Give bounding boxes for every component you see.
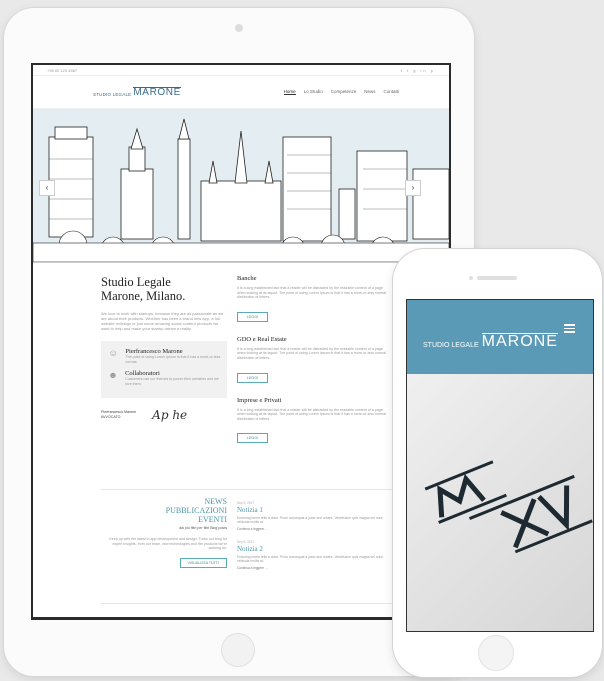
read-more-link[interactable]: Continua a leggere →: [237, 566, 387, 570]
phone-logo[interactable]: STUDIO LEGALE MARONE: [423, 333, 558, 350]
collaborators-text: Customers use our themes to power their …: [125, 377, 219, 386]
intro-paragraph: We love to work with startups, because t…: [101, 311, 224, 331]
group-icon: ☻: [108, 370, 118, 380]
news-item-title[interactable]: Notizia 1: [237, 506, 387, 514]
news-item: Sep 9, 2017 Notizia 1 Endoring lorem fel…: [237, 501, 387, 531]
section-divider: [101, 489, 397, 490]
news-item-text: Endoring lorem felis a dolor. Proin cons…: [237, 554, 384, 564]
news-title-line2: PUBBLICAZIONI: [165, 506, 227, 515]
phone-speaker: [477, 276, 517, 280]
phone-device: STUDIO LEGALE MARONE: [393, 249, 602, 677]
intro-title-line2: Marone, Milano.: [101, 289, 186, 303]
top-bar: +39 02 123 4567 f t g in p: [33, 65, 449, 76]
logo-big-text: MARONE: [133, 86, 181, 98]
phone-header: STUDIO LEGALE MARONE: [407, 300, 593, 374]
footer-divider: [101, 603, 397, 604]
service-item: Imprese e Privati It is a long establish…: [237, 397, 391, 445]
phone-logo-small: STUDIO LEGALE: [423, 342, 479, 349]
main-navigation: STUDIO LEGALE MARONE Home Lo Studio Comp…: [33, 76, 449, 109]
roman-numeral-emblem: [424, 460, 593, 554]
top-bar-phone: +39 02 123 4567: [47, 67, 78, 73]
news-title-line3: EVENTI: [198, 515, 227, 524]
nav-item-contatti[interactable]: Contatti: [383, 89, 399, 95]
services-section: Banche It is a long established fact tha…: [237, 275, 391, 457]
news-title-line1: NEWS: [204, 497, 227, 506]
news-list: Sep 9, 2017 Notizia 1 Endoring lorem fel…: [237, 501, 387, 579]
signature-role: AVVOCATO: [101, 415, 121, 419]
slider-next-arrow[interactable]: ›: [405, 180, 421, 196]
people-box: ☺ Pierfrancesco Marone The point of usin…: [101, 341, 227, 398]
signature-row: Pierfrancesco Marone AVVOCATO Ap he: [101, 408, 227, 422]
nav-menu: Home Lo Studio Competenze News Contatti: [283, 89, 399, 95]
handwritten-signature: Ap he: [152, 408, 188, 422]
nav-item-news[interactable]: News: [364, 89, 375, 95]
service-text: It is a long established fact that a rea…: [237, 407, 386, 421]
phone-home-button[interactable]: [478, 635, 514, 671]
social-icons[interactable]: f t g in p: [401, 68, 435, 73]
nav-item-home[interactable]: Home: [283, 89, 296, 95]
person-icon: ☺: [108, 348, 118, 358]
person-text: The point of using Lorem Ipsum is that i…: [125, 355, 221, 364]
news-date: Sep 9, 2017: [237, 501, 255, 505]
collaborators-item: ☻ Collaboratori Customers use our themes…: [107, 370, 221, 386]
logo-small-text: STUDIO LEGALE: [93, 91, 132, 97]
nav-item-lo-studio[interactable]: Lo Studio: [304, 89, 323, 95]
service-text: It is a long established fact that a rea…: [237, 286, 386, 300]
phone-camera: [469, 276, 473, 280]
tablet-screen: +39 02 123 4567 f t g in p STUDIO LEGALE…: [31, 63, 451, 620]
service-title: Banche: [237, 275, 257, 282]
news-date: Sep 9, 2017: [237, 539, 255, 544]
nav-item-competenze[interactable]: Competenze: [331, 89, 357, 95]
hero-slider: ‹ ›: [33, 109, 449, 263]
phone-screen: STUDIO LEGALE MARONE: [406, 299, 594, 632]
news-heading-block: NEWS PUBBLICAZIONI EVENTI dai più filtri…: [103, 497, 227, 569]
slider-prev-arrow[interactable]: ‹: [39, 180, 55, 196]
intro-title-line1: Studio Legale: [101, 275, 171, 289]
read-more-link[interactable]: Continua a leggere →: [237, 527, 387, 531]
signature-caption: Pierfrancesco Marone AVVOCATO: [101, 410, 136, 419]
news-subtitle: dai più filtri per filtri Blog posts: [179, 526, 227, 530]
phone-logo-big: MARONE: [481, 333, 558, 350]
news-paragraph: Keep up with the latest in app developme…: [109, 537, 227, 551]
collaborators-title: Collaboratori: [125, 370, 160, 377]
view-all-button[interactable]: VISUALIZZA TUTTI: [179, 557, 227, 568]
service-title: GDO e Real Estate: [237, 335, 287, 343]
site-logo[interactable]: STUDIO LEGALE MARONE: [93, 86, 181, 98]
tablet-home-button[interactable]: [221, 633, 255, 667]
service-title: Imprese e Privati: [237, 396, 282, 404]
news-item-title[interactable]: Notizia 2: [237, 545, 387, 553]
service-text: It is a long established fact that a rea…: [237, 346, 386, 360]
news-item-text: Endoring lorem felis a dolor. Proin cons…: [237, 516, 384, 525]
service-read-button[interactable]: LEGGI: [237, 372, 268, 383]
milan-skyline-illustration: [33, 118, 449, 262]
service-read-button[interactable]: LEGGI: [237, 311, 268, 322]
signature-name: Pierfrancesco Marone: [101, 410, 137, 415]
news-item: Sep 9, 2017 Notizia 2 Endoring lorem fel…: [237, 540, 387, 570]
intro-title: Studio Legale Marone, Milano.: [101, 275, 227, 303]
person-item: ☺ Pierfrancesco Marone The point of usin…: [107, 348, 221, 364]
hamburger-menu-icon[interactable]: [564, 324, 575, 335]
service-item: GDO e Real Estate It is a long establish…: [237, 336, 391, 384]
news-title: NEWS PUBBLICAZIONI EVENTI: [103, 497, 227, 524]
tablet-camera: [235, 24, 243, 32]
intro-section: Studio Legale Marone, Milano. We love to…: [101, 275, 227, 422]
service-item: Banche It is a long established fact tha…: [237, 275, 391, 323]
person-name: Pierfrancesco Marone: [125, 348, 183, 355]
service-read-button[interactable]: LEGGI: [237, 433, 268, 444]
